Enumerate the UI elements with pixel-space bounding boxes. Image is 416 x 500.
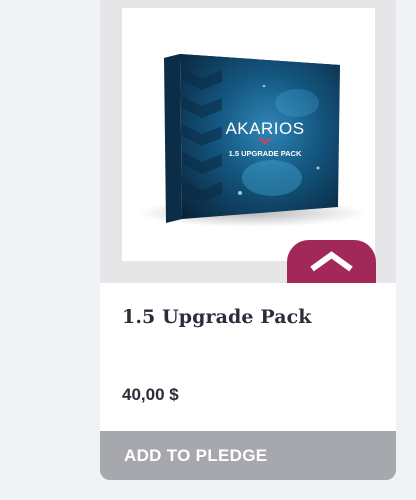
product-card: AKARIOS 1.5 UPGRADE PACK 1.5 Upgrade Pac… xyxy=(100,0,396,480)
chevron-up-icon xyxy=(310,251,353,272)
product-image[interactable]: AKARIOS 1.5 UPGRADE PACK xyxy=(122,8,375,261)
box-brand-text: AKARIOS xyxy=(225,119,304,138)
product-price: 40,00 $ xyxy=(122,385,179,404)
add-to-pledge-button[interactable]: ADD TO PLEDGE xyxy=(100,431,396,480)
product-image-frame: AKARIOS 1.5 UPGRADE PACK xyxy=(100,0,396,283)
product-title[interactable]: 1.5 Upgrade Pack xyxy=(122,306,312,328)
product-box-illustration: AKARIOS 1.5 UPGRADE PACK xyxy=(137,54,367,227)
scroll-to-top-button[interactable] xyxy=(287,240,376,283)
box-label-text: 1.5 UPGRADE PACK xyxy=(229,149,302,158)
